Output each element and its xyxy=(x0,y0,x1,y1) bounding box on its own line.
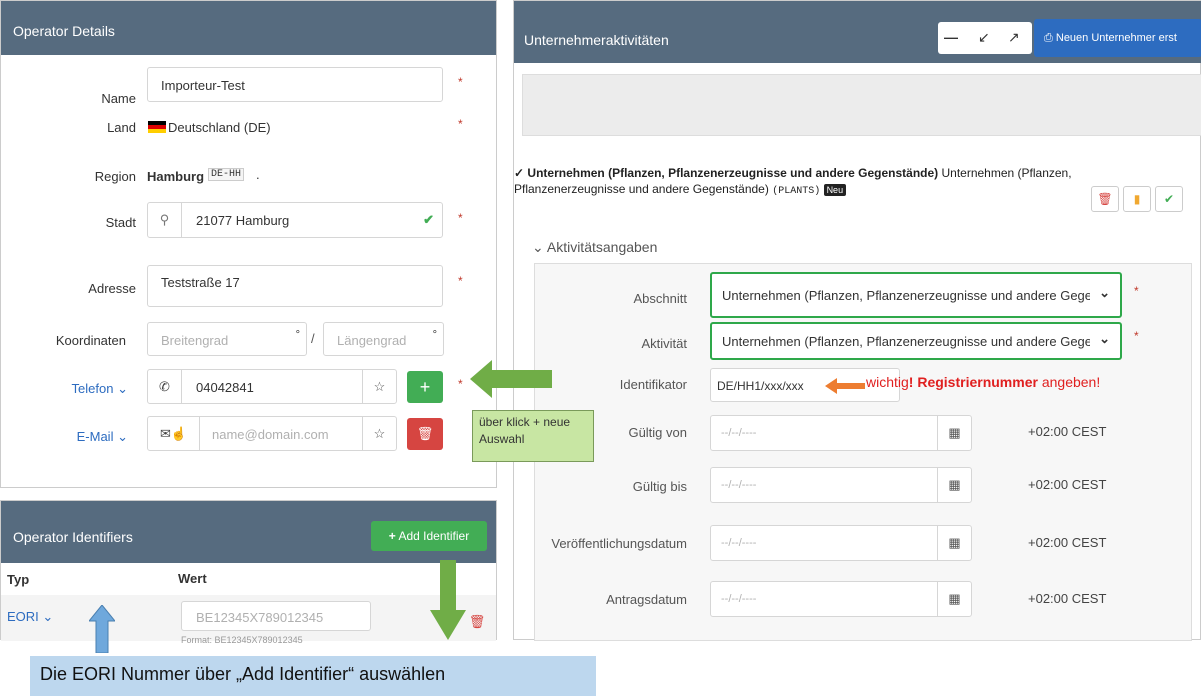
chevron-down-icon: ⌄ xyxy=(1099,285,1110,300)
antragsdatum-input[interactable]: --/--/---- ▦ xyxy=(710,581,972,617)
new-operator-button[interactable]: ⎙ Neuen Unternehmer erst xyxy=(1034,19,1201,57)
veroeffentlichungsdatum-input[interactable]: --/--/---- ▦ xyxy=(710,525,972,561)
table-row: EORI ⌄ BE12345X789012345 Format: BE12345… xyxy=(1,595,496,645)
chevron-down-icon: ⌄ xyxy=(42,609,54,624)
wichtig-note: wichtig! Registriernummer angeben! xyxy=(866,374,1101,390)
green-arrow-left xyxy=(470,360,552,398)
operator-identifiers-panel: Operator Identifiers + Add Identifier Ty… xyxy=(0,500,497,645)
activities-panel: Unternehmeraktivitäten — ↙ ↗ ⎙ Neuen Unt… xyxy=(513,0,1201,641)
calendar-icon[interactable]: ▦ xyxy=(937,416,971,450)
region-code: DE-HH xyxy=(208,168,245,181)
operator-details-panel: Operator Details Name Importeur-Test * L… xyxy=(0,0,497,488)
expand-icon[interactable]: ↗ xyxy=(1008,29,1020,46)
plus-icon: + xyxy=(388,529,396,543)
laengengrad-input[interactable]: Längengrad ° xyxy=(323,322,444,356)
stadt-input[interactable]: ⚲ 21077 Hamburg ✔ xyxy=(147,202,443,238)
blue-arrow-up xyxy=(89,605,115,653)
envelope-icon: ✉ ☝ xyxy=(148,417,200,450)
star-icon[interactable]: ☆ xyxy=(362,370,396,403)
star-icon[interactable]: ☆ xyxy=(362,417,396,450)
land-value: Deutschland (DE) xyxy=(168,120,271,135)
abschnitt-select[interactable]: Unternehmen (Pflanzen, Pflanzenerzeugnis… xyxy=(710,272,1122,318)
new-badge: Neu xyxy=(823,184,847,196)
operator-details-title: Operator Details xyxy=(13,23,115,39)
eori-value-input[interactable]: BE12345X789012345 xyxy=(181,601,371,631)
email-input[interactable]: ✉ ☝ name@domain.com ☆ xyxy=(147,416,397,451)
telefon-input[interactable]: ✆ 04042841 ☆ xyxy=(147,369,397,404)
format-hint: Format: BE12345X789012345 xyxy=(181,635,303,645)
add-identifier-button[interactable]: + Add Identifier xyxy=(371,521,487,551)
aktivitaetsangaben-toggle[interactable]: ⌄ Aktivitätsangaben xyxy=(532,239,657,256)
pause-section-button[interactable]: ▮ xyxy=(1123,186,1151,212)
search-icon: ⚲ xyxy=(148,203,182,237)
chevron-down-icon: ⌄ xyxy=(532,239,544,255)
delete-section-button[interactable]: 🗑 xyxy=(1091,186,1119,212)
region-label: Region xyxy=(94,169,136,184)
window-controls: — ↙ ↗ xyxy=(938,22,1032,54)
column-wert: Wert xyxy=(178,571,207,586)
stadt-label: Stadt xyxy=(105,215,136,230)
region-value: Hamburg xyxy=(147,169,205,184)
chevron-down-icon: ⌄ xyxy=(117,381,128,396)
minimize-icon[interactable]: — xyxy=(944,29,958,45)
adresse-label: Adresse xyxy=(88,281,136,296)
name-input[interactable]: Importeur-Test xyxy=(147,67,443,102)
email-dropdown[interactable]: E-Mail ⌄ xyxy=(77,429,128,445)
calendar-icon[interactable]: ▦ xyxy=(937,468,971,502)
germany-flag-icon xyxy=(148,121,166,133)
add-phone-button[interactable]: + xyxy=(407,371,443,403)
compress-icon[interactable]: ↙ xyxy=(978,29,990,46)
klick-callout: über klick + neue Auswahl xyxy=(472,410,594,462)
calendar-icon[interactable]: ▦ xyxy=(937,582,971,616)
eori-callout: Die EORI Nummer über „Add Identifier“ au… xyxy=(30,656,596,696)
green-arrow-down xyxy=(430,560,466,640)
land-label: Land xyxy=(107,120,136,135)
orange-arrow xyxy=(825,378,865,394)
eori-dropdown[interactable]: EORI ⌄ xyxy=(7,609,53,625)
telefon-dropdown[interactable]: Telefon ⌄ xyxy=(72,381,128,397)
chevron-down-icon: ⌄ xyxy=(1099,331,1110,346)
print-icon: ⎙ xyxy=(1044,32,1053,44)
phone-icon: ✆ xyxy=(148,370,182,403)
activities-header: Unternehmeraktivitäten — ↙ ↗ ⎙ Neuen Unt… xyxy=(514,1,1201,63)
gueltig-bis-input[interactable]: --/--/---- ▦ xyxy=(710,467,972,503)
confirm-section-button[interactable]: ✔ xyxy=(1155,186,1183,212)
identifiers-header: Operator Identifiers + Add Identifier xyxy=(1,501,496,563)
delete-email-button[interactable]: 🗑 xyxy=(407,418,443,450)
aktivitaet-select[interactable]: Unternehmen (Pflanzen, Pflanzenerzeugnis… xyxy=(710,322,1122,360)
name-required: * xyxy=(458,75,463,89)
activities-info-area xyxy=(522,74,1201,136)
operator-details-header: Operator Details xyxy=(1,1,496,55)
chevron-down-icon: ⌄ xyxy=(117,429,128,444)
delete-identifier-button[interactable]: 🗑 xyxy=(464,609,490,635)
adresse-textarea[interactable]: Teststraße 17 xyxy=(147,265,443,307)
column-typ: Typ xyxy=(7,572,30,587)
chevron-down-icon[interactable]: ✓ xyxy=(514,166,524,180)
koordinaten-label: Koordinaten xyxy=(55,333,126,348)
calendar-icon[interactable]: ▦ xyxy=(937,526,971,560)
hand-icon: ☝ xyxy=(170,425,188,441)
breitengrad-input[interactable]: Breitengrad ° xyxy=(147,322,307,356)
check-icon: ✔ xyxy=(423,212,434,227)
name-label: Name xyxy=(101,91,136,106)
gueltig-von-input[interactable]: --/--/---- ▦ xyxy=(710,415,972,451)
